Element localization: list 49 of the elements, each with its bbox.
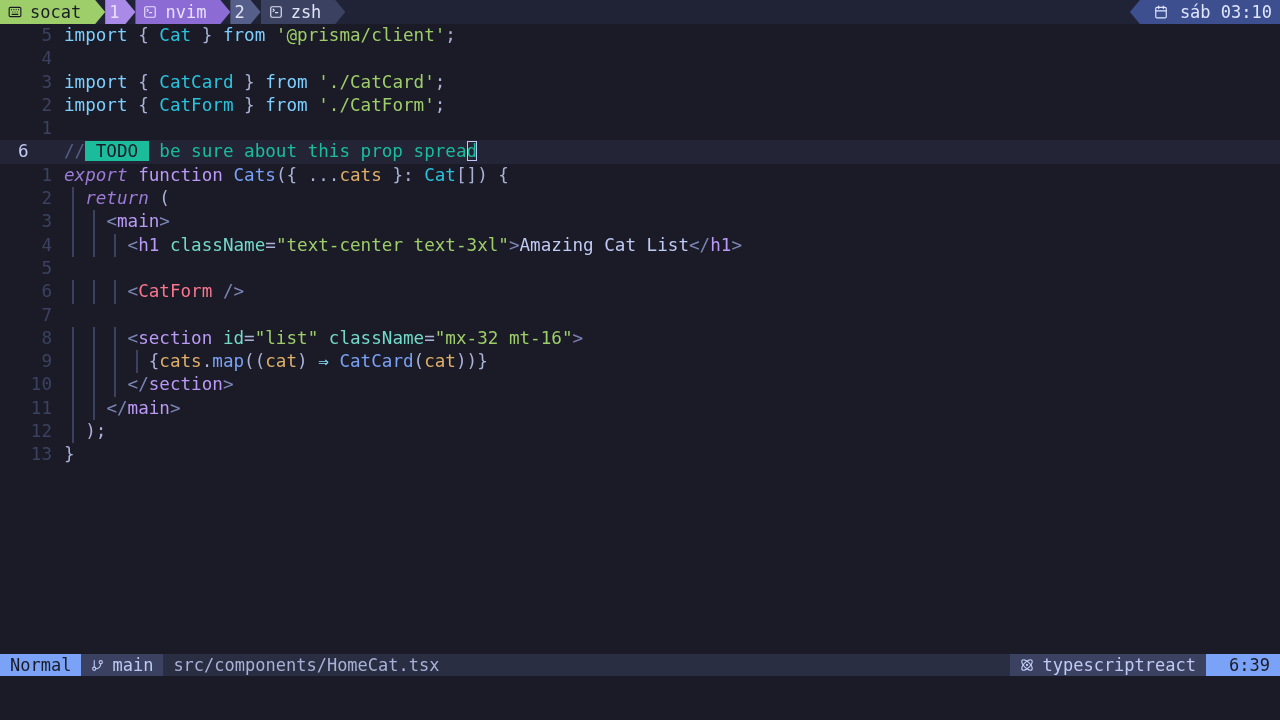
code-line: import { Cat } from '@prisma/client'; <box>64 24 456 47</box>
line-number: 5 <box>40 24 53 47</box>
code-line: <h1 className="text-center text-3xl">Amazing Cat List</h1> <box>64 233 742 257</box>
window-index: 2 <box>230 0 261 24</box>
code-line: export function Cats({ ...cats }: Cat[]) { <box>64 163 509 187</box>
code-line: </section> <box>64 373 234 397</box>
line-number: 6 <box>40 280 53 304</box>
branch-segment: main <box>81 654 164 676</box>
code-line: import { CatCard } from './CatCard'; <box>64 70 446 94</box>
line-number: 7 <box>40 303 53 327</box>
line-number: 1 <box>40 163 53 187</box>
code-line: // TODO be sure about this prop spread <box>64 140 478 164</box>
mode-indicator: Normal <box>0 654 82 676</box>
line-number: 12 <box>29 420 53 444</box>
window-tab[interactable]: zsh <box>260 0 346 24</box>
code-line: {cats.map((cat) ⇒ CatCard(cat))} <box>64 350 488 374</box>
line-number: 4 <box>40 233 53 257</box>
code-line: </main> <box>64 396 181 421</box>
cursor-position: 6:39 <box>1206 654 1280 676</box>
file-path: src/components/HomeCat.tsx <box>172 654 441 676</box>
code-line: <main> <box>64 210 170 234</box>
code-line: return ( <box>64 187 170 211</box>
line-number: 10 <box>29 373 53 397</box>
line-number: 13 <box>29 443 53 467</box>
calendar-icon <box>1153 5 1168 19</box>
keyboard-icon <box>8 5 22 19</box>
line-number: 3 <box>40 70 53 94</box>
code-line: <section id="list" className="mx-32 mt-16"> <box>64 326 584 351</box>
line-number: 9 <box>40 350 53 374</box>
line-number: 8 <box>40 326 53 350</box>
line-number: 2 <box>40 93 53 117</box>
line-number: 3 <box>40 210 53 234</box>
session-tab[interactable]: socat <box>0 0 106 24</box>
atom-icon <box>1020 658 1035 672</box>
line-number: 11 <box>29 396 53 420</box>
line-number: 1 <box>40 117 53 141</box>
clock-segment: sáb 03:10 <box>1129 0 1280 24</box>
filetype-segment: typescriptreact <box>1010 654 1206 676</box>
window-index: 1 <box>105 0 136 24</box>
line-number: 5 <box>40 256 53 280</box>
code-line: } <box>64 443 75 467</box>
code-line: <CatForm /> <box>64 280 245 304</box>
line-number: 6 <box>17 140 30 164</box>
line-number: 4 <box>40 47 53 71</box>
terminal-icon <box>143 5 158 19</box>
line-number: 2 <box>40 187 53 211</box>
git-branch-icon <box>91 658 105 672</box>
terminal-icon <box>268 5 283 19</box>
code-line: import { CatForm } from './CatForm'; <box>64 93 446 117</box>
